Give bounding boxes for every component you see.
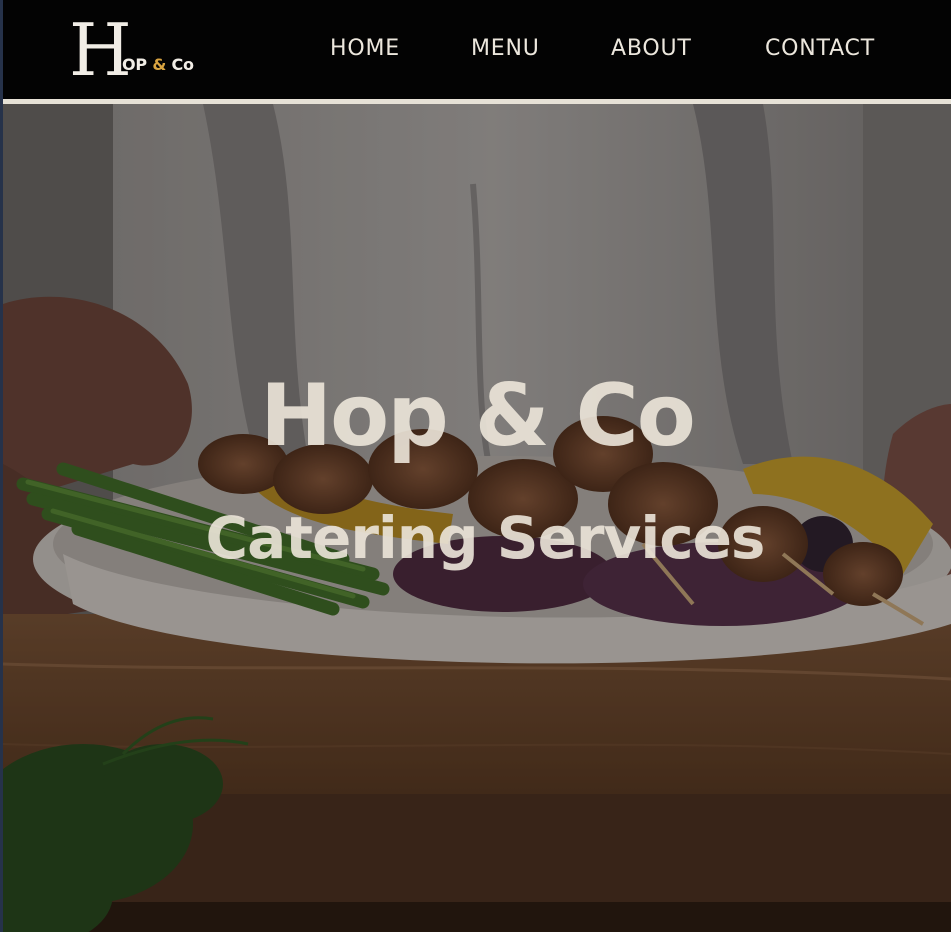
nav-home[interactable]: HOME [330,36,400,61]
hero-subtitle: Catering Services [205,504,766,572]
nav-about[interactable]: ABOUT [611,36,692,61]
window-edge [0,0,3,932]
nav-menu[interactable]: MENU [471,36,540,61]
header-divider [3,99,951,104]
site-header: H OP & Co HOME MENU ABOUT CONTACT [3,0,951,99]
hero-section: Hop & Co Catering Services [3,104,951,932]
page: H OP & Co HOME MENU ABOUT CONTACT Hop & … [0,0,951,932]
main-nav: HOME MENU ABOUT CONTACT [3,36,951,66]
nav-contact[interactable]: CONTACT [765,36,875,61]
hero-title: Hop & Co [260,366,696,466]
